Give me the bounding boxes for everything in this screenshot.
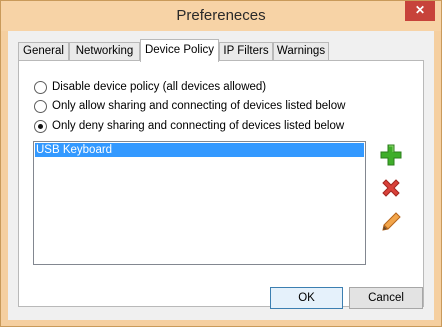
tab-general[interactable]: General <box>18 42 69 61</box>
edit-device-button[interactable] <box>379 210 403 234</box>
cancel-button[interactable]: Cancel <box>349 287 423 309</box>
radio-label: Only deny sharing and connecting of devi… <box>52 120 345 132</box>
radio-label: Disable device policy (all devices allow… <box>52 81 267 93</box>
radio-button-checked[interactable] <box>34 119 47 133</box>
edit-icon <box>382 212 401 231</box>
radio-button[interactable] <box>34 80 47 94</box>
tab-device-policy[interactable]: Device Policy <box>140 39 219 62</box>
device-list[interactable]: USB Keyboard <box>33 141 366 265</box>
radio-button[interactable] <box>34 99 47 113</box>
preferences-window: Prefereneces ✕ General Networking Device… <box>0 0 442 327</box>
ok-button[interactable]: OK <box>270 287 343 309</box>
list-item[interactable]: USB Keyboard <box>35 143 364 157</box>
add-icon <box>380 144 402 166</box>
tab-networking[interactable]: Networking <box>69 42 140 61</box>
device-policy-panel: Disable device policy (all devices allow… <box>18 60 424 307</box>
radio-disable-policy[interactable]: Disable device policy (all devices allow… <box>34 79 266 95</box>
radio-label: Only allow sharing and connecting of dev… <box>52 100 346 112</box>
radio-only-allow[interactable]: Only allow sharing and connecting of dev… <box>34 98 345 114</box>
dialog-body: General Networking Device Policy IP Filt… <box>8 31 434 320</box>
tab-warnings[interactable]: Warnings <box>273 42 329 61</box>
remove-device-button[interactable] <box>379 176 403 200</box>
window-title: Prefereneces <box>176 7 266 24</box>
close-icon: ✕ <box>414 3 426 17</box>
radio-only-deny[interactable]: Only deny sharing and connecting of devi… <box>34 118 344 134</box>
title-bar[interactable]: Prefereneces ✕ <box>1 1 441 31</box>
close-button[interactable]: ✕ <box>405 1 435 21</box>
remove-icon <box>382 179 400 197</box>
tab-ip-filters[interactable]: IP Filters <box>219 42 273 61</box>
add-device-button[interactable] <box>379 143 403 167</box>
